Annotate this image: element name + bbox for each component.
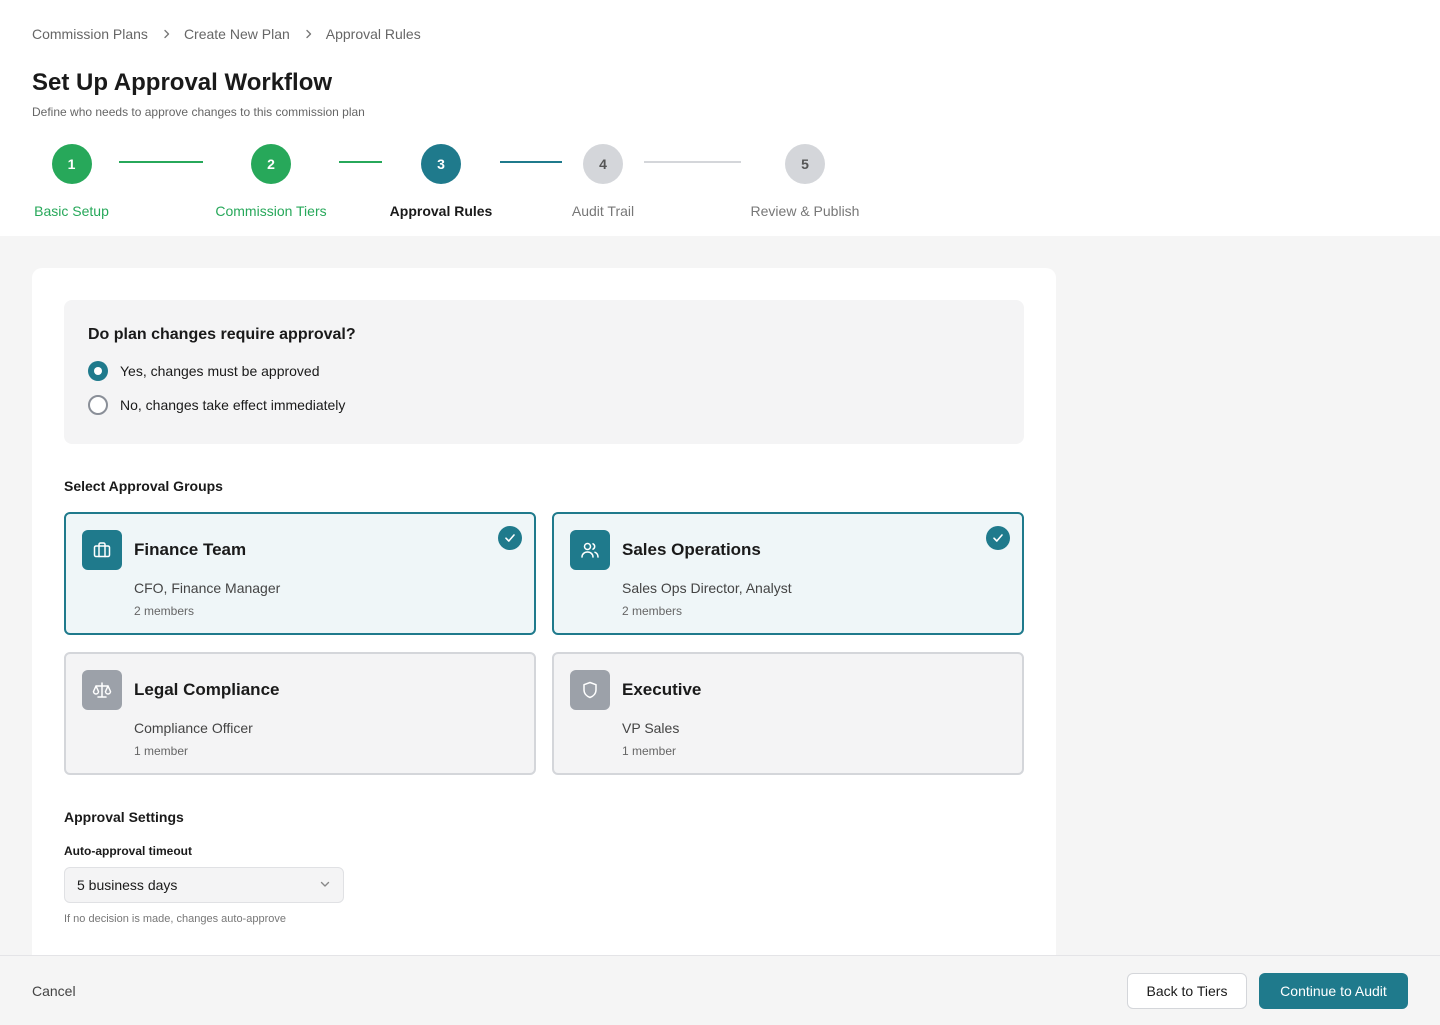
step-basic-setup[interactable]: 1 Basic Setup: [32, 144, 111, 219]
step-approval-rules[interactable]: 3 Approval Rules: [390, 144, 492, 219]
step-number: 4: [583, 144, 623, 184]
step-label: Audit Trail: [571, 203, 635, 219]
page-title: Set Up Approval Workflow: [32, 69, 333, 96]
group-name: Sales Operations: [622, 540, 761, 559]
chevron-right-icon: [162, 29, 172, 39]
timeout-select[interactable]: 5 business days: [64, 867, 344, 903]
step-number: 3: [421, 144, 461, 184]
step-connector-2: [339, 161, 382, 163]
radio-label: No, changes take effect immediately: [120, 397, 346, 413]
chevron-right-icon: [304, 29, 314, 39]
approval-settings-title: Approval Settings: [64, 809, 184, 825]
group-card-sales-operations[interactable]: Sales Operations Sales Ops Director, Ana…: [552, 512, 1024, 635]
step-label: Commission Tiers: [215, 203, 327, 219]
step-number: 5: [785, 144, 825, 184]
group-card-finance-team[interactable]: Finance Team CFO, Finance Manager 2 memb…: [64, 512, 536, 635]
approval-question-title: Do plan changes require approval?: [88, 326, 356, 343]
briefcase-icon: [82, 530, 122, 570]
continue-to-audit-button[interactable]: Continue to Audit: [1259, 973, 1408, 1009]
back-to-tiers-button[interactable]: Back to Tiers: [1127, 973, 1247, 1009]
step-connector-1: [119, 161, 203, 163]
check-icon: [986, 526, 1010, 550]
cancel-button[interactable]: Cancel: [32, 983, 76, 999]
page-subtitle: Define who needs to approve changes to t…: [32, 105, 365, 119]
radio-label: Yes, changes must be approved: [120, 363, 320, 379]
scale-icon: [82, 670, 122, 710]
shield-icon: [570, 670, 610, 710]
page-header: Commission Plans Create New Plan Approva…: [0, 0, 1440, 236]
timeout-label: Auto-approval timeout: [64, 844, 192, 858]
step-label: Review & Publish: [750, 203, 860, 219]
group-member-count: 2 members: [134, 604, 195, 618]
breadcrumb-create-new-plan[interactable]: Create New Plan: [184, 26, 290, 42]
group-card-legal-compliance[interactable]: Legal Compliance Compliance Officer 1 me…: [64, 652, 536, 775]
breadcrumb: Commission Plans Create New Plan Approva…: [32, 26, 1408, 42]
footer-bar: Cancel Back to Tiers Continue to Audit: [0, 955, 1440, 1025]
group-member-count: 2 members: [622, 604, 683, 618]
radio-selected-icon[interactable]: [88, 361, 108, 381]
radio-unselected-icon[interactable]: [88, 395, 108, 415]
step-label: Approval Rules: [389, 203, 493, 219]
step-connector-3: [500, 161, 562, 163]
breadcrumb-approval-rules: Approval Rules: [325, 26, 421, 42]
group-member-count: 1 member: [622, 744, 677, 758]
group-member-count: 1 member: [134, 744, 189, 758]
group-card-executive[interactable]: Executive VP Sales 1 member: [552, 652, 1024, 775]
step-number: 1: [51, 144, 92, 184]
approval-rules-card: Do plan changes require approval? Yes, c…: [32, 268, 1056, 968]
step-review-publish[interactable]: 5 Review & Publish: [748, 144, 862, 219]
step-audit-trail[interactable]: 4 Audit Trail: [568, 144, 638, 219]
group-name: Finance Team: [134, 540, 247, 559]
check-icon: [498, 526, 522, 550]
step-commission-tiers[interactable]: 2 Commission Tiers: [211, 144, 331, 219]
chevron-down-icon: [319, 877, 331, 893]
group-members: Sales Ops Director, Analyst: [622, 580, 792, 596]
group-members: Compliance Officer: [134, 720, 253, 736]
timeout-selected-value: 5 business days: [77, 877, 178, 893]
step-number: 2: [251, 144, 291, 184]
group-members: CFO, Finance Manager: [134, 580, 281, 596]
radio-option-no[interactable]: No, changes take effect immediately: [88, 395, 1000, 415]
approval-question-box: Do plan changes require approval? Yes, c…: [64, 300, 1024, 444]
approval-groups-title: Select Approval Groups: [64, 478, 223, 494]
step-connector-4: [644, 161, 741, 163]
group-name: Executive: [622, 680, 702, 699]
group-name: Legal Compliance: [134, 680, 280, 699]
radio-option-yes[interactable]: Yes, changes must be approved: [88, 361, 1000, 381]
step-label: Basic Setup: [34, 203, 109, 219]
group-members: VP Sales: [622, 720, 680, 736]
stepper: 1 Basic Setup 2 Commission Tiers 3 Appro…: [0, 144, 1440, 224]
users-icon: [570, 530, 610, 570]
breadcrumb-commission-plans[interactable]: Commission Plans: [32, 26, 148, 42]
timeout-helper-text: If no decision is made, changes auto-app…: [64, 913, 286, 925]
